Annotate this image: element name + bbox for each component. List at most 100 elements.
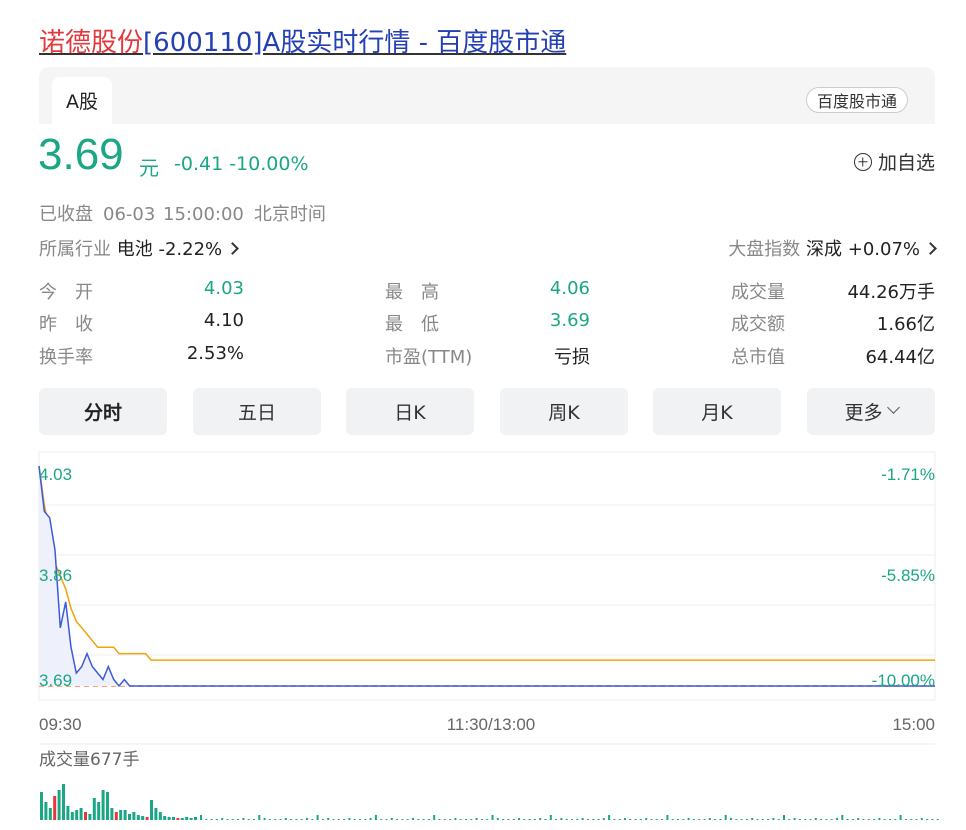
volume-bar xyxy=(311,819,314,820)
volume-bar xyxy=(491,815,494,820)
volume-bar xyxy=(677,819,679,820)
volume-bar xyxy=(873,819,876,820)
average-price-line xyxy=(38,465,935,661)
volume-bar xyxy=(150,800,153,820)
volume-bar xyxy=(555,819,558,820)
volume-bar xyxy=(475,818,478,820)
chart-lines xyxy=(38,465,935,688)
volume-bar xyxy=(507,819,510,820)
volume-bar xyxy=(867,819,870,820)
volume-bar xyxy=(180,818,184,820)
volume-bar xyxy=(364,819,367,820)
volume-bar xyxy=(128,814,131,820)
volume-bar xyxy=(145,817,149,820)
volume-bar xyxy=(237,819,240,820)
volume-bar xyxy=(123,810,127,820)
volume-bar xyxy=(48,808,52,820)
volume-bar xyxy=(592,819,595,820)
volume-bar xyxy=(343,819,346,820)
volume-bar xyxy=(931,819,934,820)
volume-bar xyxy=(268,819,271,820)
volume-bar xyxy=(231,819,234,820)
volume-bar xyxy=(730,818,732,820)
volume-bar xyxy=(703,819,706,820)
volume-bar xyxy=(634,819,637,820)
volume-bar xyxy=(883,819,886,820)
volume-bar xyxy=(258,815,261,820)
volume-bar xyxy=(242,818,245,820)
volume-bar xyxy=(75,810,79,820)
time-label-end: 15:00 xyxy=(892,715,935,734)
volume-bar xyxy=(920,818,923,820)
volume-bar xyxy=(767,819,770,820)
volume-bar xyxy=(374,815,377,820)
volume-bar xyxy=(200,815,202,820)
volume-bar xyxy=(172,817,175,820)
volume-bar xyxy=(380,819,383,820)
volume-bar xyxy=(597,819,600,820)
volume-bar xyxy=(176,818,180,820)
chart-grid xyxy=(38,451,936,745)
volume-bar xyxy=(894,819,897,820)
volume-bar xyxy=(671,819,674,820)
volume-bar xyxy=(438,819,441,820)
volume-bar xyxy=(851,819,854,820)
volume-bar xyxy=(97,802,101,820)
volume-bar xyxy=(857,818,860,820)
volume-bar xyxy=(889,819,891,820)
volume-bar xyxy=(549,815,552,820)
volume-bar xyxy=(666,815,669,820)
volume-bar xyxy=(777,819,780,820)
volume-bar xyxy=(332,819,335,820)
volume-bar xyxy=(910,819,913,820)
intraday-chart[interactable]: 4.03 3.86 3.69 -1.71% -5.85% -10.00% 09:… xyxy=(0,0,966,830)
volume-bar xyxy=(57,790,61,820)
volume-bar xyxy=(783,815,785,820)
volume-bar xyxy=(189,818,193,820)
volume-bar xyxy=(210,819,213,820)
volume-bar xyxy=(650,819,653,820)
volume-bar xyxy=(915,819,918,820)
volume-bar xyxy=(682,819,685,820)
volume-bar xyxy=(936,819,939,820)
volume-bar xyxy=(167,817,171,820)
volume-bar xyxy=(40,792,43,820)
volume-bar xyxy=(412,818,414,820)
volume-bar xyxy=(79,808,83,820)
volume-bar xyxy=(926,819,929,820)
volume-bar xyxy=(480,819,483,820)
volume-bar xyxy=(560,818,563,820)
volume-bar xyxy=(263,818,266,820)
volume-bar xyxy=(194,817,197,820)
volume-bar xyxy=(814,818,817,820)
volume-bar xyxy=(158,812,162,820)
volume-bar xyxy=(110,808,114,820)
volume-bar xyxy=(226,819,229,820)
volume-bar xyxy=(284,818,287,820)
volume-bar xyxy=(66,806,70,820)
volume-bar xyxy=(772,818,775,820)
volume-bar xyxy=(788,819,791,820)
volume-bar xyxy=(698,819,701,820)
volume-bar xyxy=(390,818,393,820)
volume-bar xyxy=(316,815,319,820)
volume-bar xyxy=(132,812,136,820)
volume-bar xyxy=(533,819,536,820)
volume-bar xyxy=(53,796,57,820)
volume-bar xyxy=(602,818,605,820)
pct-label-bottom: -10.00% xyxy=(872,671,935,690)
volume-bar xyxy=(687,818,690,820)
volume-bar xyxy=(327,818,330,820)
volume-bar xyxy=(692,819,695,820)
volume-bar xyxy=(221,818,224,820)
volume-bar xyxy=(862,819,865,820)
volume-bar xyxy=(465,819,467,820)
time-label-mid: 11:30/13:00 xyxy=(447,715,536,734)
volume-bar xyxy=(836,818,838,820)
volume-bar xyxy=(369,818,372,820)
volume-bar xyxy=(719,819,722,820)
volume-bar xyxy=(205,819,208,820)
volume-bar xyxy=(708,818,711,820)
volume-bar xyxy=(645,818,648,820)
pct-label-mid: -5.85% xyxy=(881,566,935,585)
